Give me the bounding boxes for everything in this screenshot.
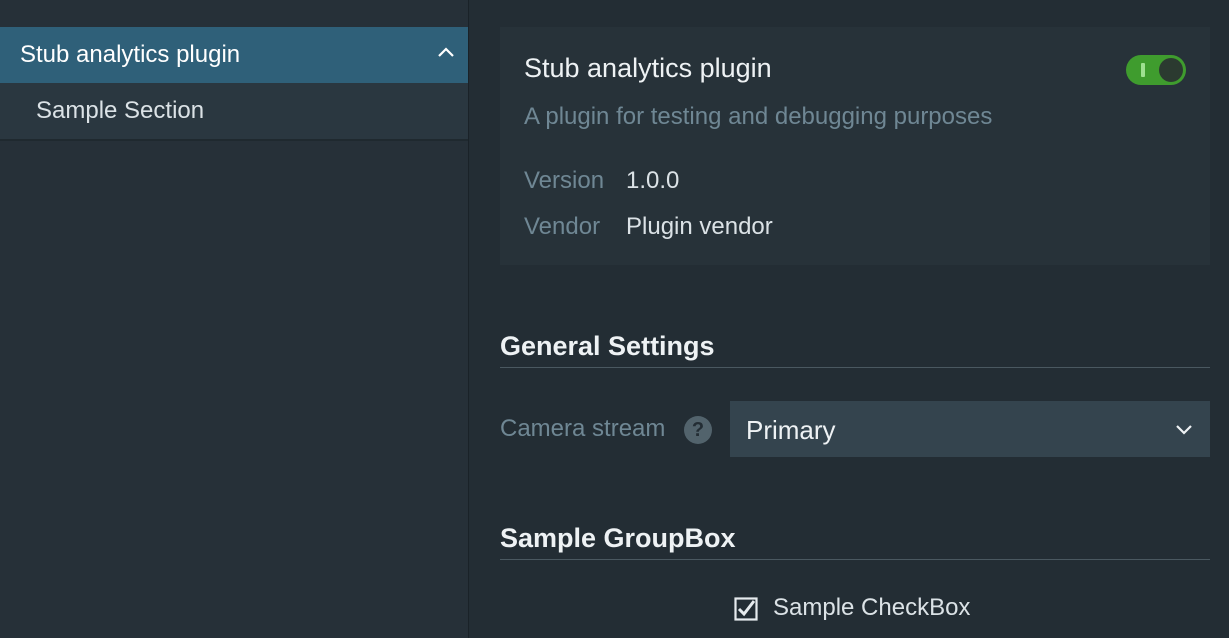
camera-stream-label: Camera stream <box>500 415 666 442</box>
sidebar: Stub analytics plugin Sample Section <box>0 0 469 638</box>
sample-checkbox[interactable] <box>734 597 758 621</box>
sidebar-group-label: Stub analytics plugin <box>20 41 241 68</box>
sidebar-item-sample-section[interactable]: Sample Section <box>0 83 468 141</box>
toggle-on-mark-icon <box>1141 63 1145 77</box>
plugin-description: A plugin for testing and debugging purpo… <box>524 103 993 130</box>
sample-checkbox-label[interactable]: Sample CheckBox <box>773 594 970 622</box>
plugin-title: Stub analytics plugin <box>524 53 772 83</box>
vendor-value: Plugin vendor <box>626 213 773 240</box>
sidebar-group-stub-analytics-plugin[interactable]: Stub analytics plugin <box>0 27 468 83</box>
general-settings-title: General Settings <box>500 331 715 361</box>
chevron-up-icon[interactable] <box>434 41 458 65</box>
sample-groupbox-divider <box>500 559 1210 560</box>
sidebar-item-label: Sample Section <box>36 97 205 124</box>
general-settings-divider <box>500 367 1210 368</box>
plugin-info-card: Stub analytics plugin A plugin for testi… <box>500 27 1210 265</box>
chevron-down-icon <box>1176 425 1192 435</box>
checkmark-icon <box>737 600 756 617</box>
camera-stream-select[interactable]: Primary <box>730 401 1210 457</box>
camera-stream-value: Primary <box>746 415 836 445</box>
sample-groupbox-title: Sample GroupBox <box>500 523 736 553</box>
plugin-enable-toggle[interactable] <box>1126 55 1186 85</box>
version-label: Version <box>524 167 605 194</box>
version-value: 1.0.0 <box>626 167 680 194</box>
toggle-knob <box>1159 58 1183 82</box>
question-mark-icon[interactable]: ? <box>684 416 712 444</box>
vendor-label: Vendor <box>524 213 601 240</box>
